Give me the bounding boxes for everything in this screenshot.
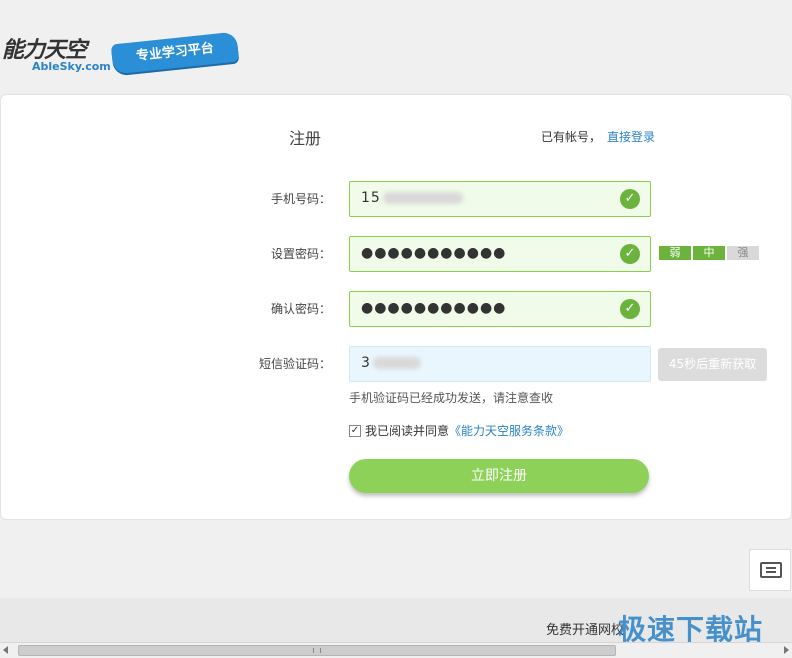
agree-text: 我已阅读并同意 [365, 424, 450, 438]
sms-label: 短信验证码： [258, 357, 331, 371]
slogan-ribbon: 专业学习平台 [110, 31, 240, 75]
agree-row: ✓ 我已阅读并同意 《能力天空服务条款》 [349, 422, 569, 439]
resend-code-button[interactable]: 45秒后重新获取 [658, 348, 767, 381]
phone-label: 手机号码： [270, 192, 331, 206]
sms-value: 3 [361, 355, 421, 371]
chat-icon [760, 562, 782, 578]
chat-button[interactable] [749, 549, 791, 591]
strength-strong: 强 [727, 246, 759, 260]
agree-checkbox[interactable]: ✓ [349, 424, 361, 437]
strength-medium: 中 [693, 246, 725, 260]
confirm-password-input[interactable]: ●●●●●●●●●●● ✓ [349, 291, 651, 327]
masked-digits [372, 357, 421, 369]
register-card: 注册 已有帐号， 直接登录 手机号码： 15 ✓ 设置密码： ●●●●●●●●●●… [0, 94, 792, 520]
password-value: ●●●●●●●●●●● [361, 245, 507, 261]
strength-weak: 弱 [659, 246, 691, 260]
logo[interactable]: 能力天空 AbleSky.com 专业学习平台 [0, 30, 240, 80]
scroll-left-icon[interactable] [3, 646, 8, 654]
login-hint-text: 已有帐号， [541, 130, 602, 144]
password-label: 设置密码： [270, 247, 331, 261]
masked-digits [382, 192, 463, 204]
check-circle-icon: ✓ [620, 299, 640, 319]
register-button[interactable]: 立即注册 [349, 459, 649, 493]
page-title: 注册 [289, 129, 322, 148]
login-hint: 已有帐号， 直接登录 [541, 128, 655, 145]
password-input[interactable]: ●●●●●●●●●●● ✓ [349, 236, 651, 272]
grip-icon [313, 648, 321, 653]
sms-code-input[interactable]: 3 [349, 346, 651, 382]
password-strength-meter: 弱 中 强 [659, 246, 759, 260]
confirm-label: 确认密码： [270, 302, 331, 316]
check-circle-icon: ✓ [620, 189, 640, 209]
scroll-right-icon[interactable] [784, 646, 789, 654]
footer-link[interactable]: 免费开通网校 [546, 619, 624, 638]
confirm-value: ●●●●●●●●●●● [361, 300, 507, 316]
sms-tip: 手机验证码已经成功发送，请注意查收 [349, 391, 554, 405]
login-link[interactable]: 直接登录 [607, 130, 655, 144]
terms-link[interactable]: 《能力天空服务条款》 [449, 422, 569, 439]
check-circle-icon: ✓ [620, 244, 640, 264]
scrollbar-thumb[interactable] [18, 645, 616, 656]
logo-domain: AbleSky.com [32, 60, 111, 73]
phone-value: 15 [361, 190, 463, 206]
phone-input[interactable]: 15 ✓ [349, 181, 651, 217]
horizontal-scrollbar[interactable] [0, 642, 792, 658]
